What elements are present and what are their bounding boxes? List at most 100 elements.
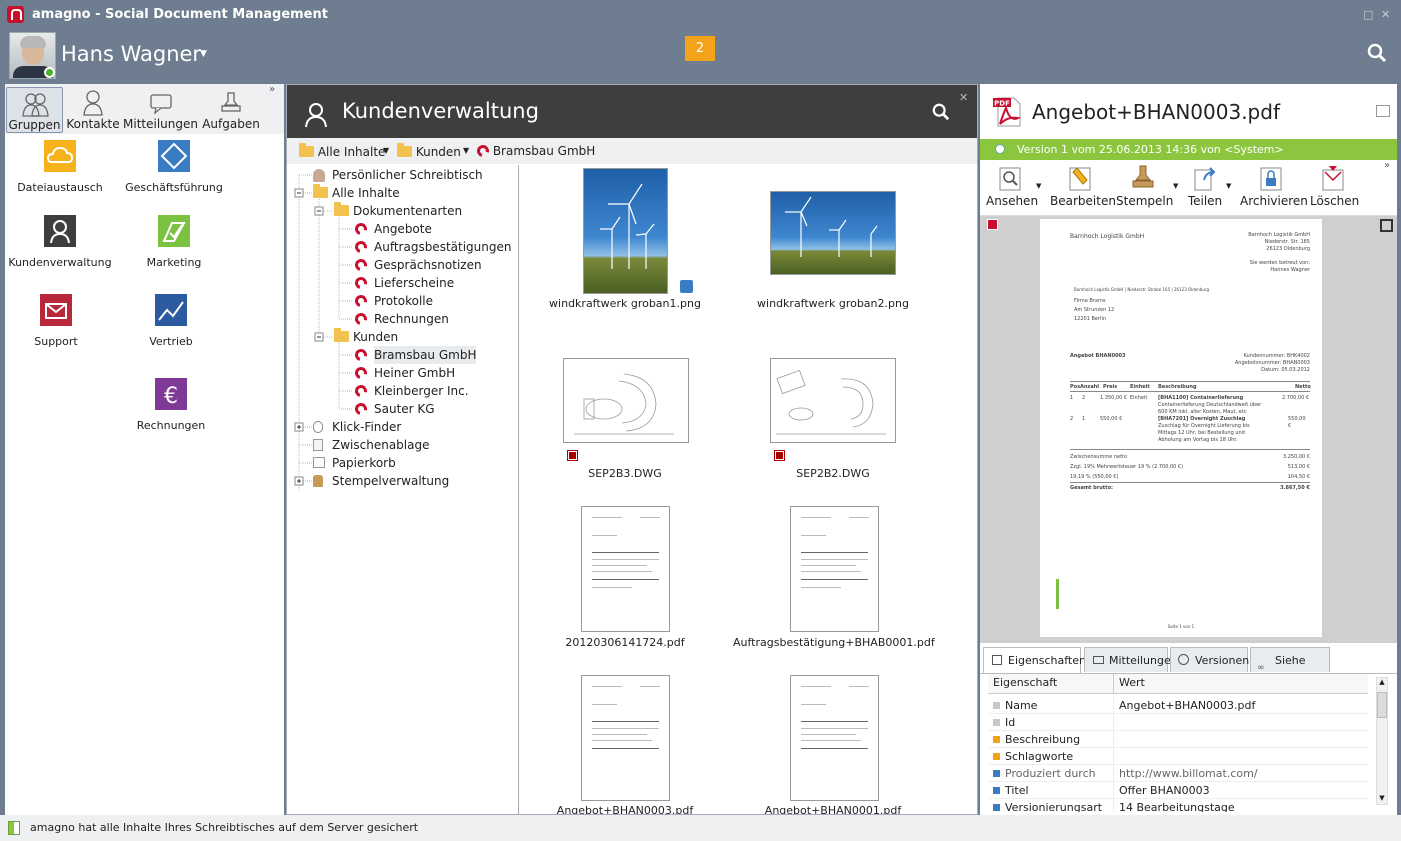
tab-messages[interactable]: Mitteilungen	[1084, 647, 1178, 672]
maximize-icon[interactable]: □	[1363, 8, 1373, 21]
tree-item-customers[interactable]: Kunden	[334, 328, 398, 346]
version-bar[interactable]: Version 1 vom 25.06.2013 14:36 von <Syst…	[980, 139, 1397, 160]
tab-versions[interactable]: Versionen	[1170, 647, 1249, 672]
tab-properties[interactable]: Eigenschaften	[983, 647, 1086, 673]
svg-text:€: €	[164, 384, 178, 409]
tree-item-personal-desk[interactable]: Persönlicher Schreibtisch	[313, 166, 483, 184]
tab-messages[interactable]: Mitteilungen	[123, 87, 198, 133]
view-button[interactable]: Ansehen	[986, 164, 1038, 208]
doc-title: Angebot BHAN0003	[1070, 353, 1126, 359]
tree-item-offers[interactable]: Angebote	[352, 220, 432, 238]
crumb-all-contents[interactable]: Alle Inhalte	[299, 143, 385, 159]
crumb-customers[interactable]: Kunden	[397, 143, 461, 159]
chevron-down-icon[interactable]: ▼	[1173, 182, 1178, 190]
window-icon[interactable]	[1376, 105, 1390, 117]
file-item[interactable]	[733, 674, 933, 802]
tree-item-kleinberger[interactable]: Kleinberger Inc.	[352, 382, 469, 400]
property-row[interactable]: Produziert durch http://www.billomat.com/	[988, 765, 1368, 782]
tree-item-heiner[interactable]: Heiner GmbH	[352, 364, 455, 382]
property-key: Beschreibung	[1005, 733, 1081, 746]
file-item[interactable]	[525, 357, 725, 467]
tab-contacts[interactable]: Kontakte	[65, 87, 121, 133]
tree-item-conversation-notes[interactable]: Gesprächsnotizen	[352, 256, 482, 274]
notification-badge[interactable]: 2	[685, 36, 715, 61]
search-icon[interactable]	[1367, 43, 1387, 63]
user-name[interactable]: Hans Wagner	[61, 42, 201, 66]
tile-sales[interactable]: Vertrieb	[116, 294, 226, 348]
avatar[interactable]	[9, 32, 56, 79]
tab-see-also[interactable]: ∞Siehe auch	[1250, 647, 1330, 692]
tree-item-all-contents[interactable]: Alle Inhalte	[313, 184, 400, 202]
fullscreen-icon[interactable]	[1380, 219, 1393, 232]
share-button[interactable]: Teilen	[1184, 164, 1226, 208]
property-value: Offer BHAN0003	[1119, 784, 1210, 797]
file-name: 20120306141724.pdf	[565, 636, 685, 649]
file-item[interactable]	[525, 505, 725, 633]
crumb-bramsbau[interactable]: Bramsbau GmbH	[474, 142, 595, 160]
tree-item-stamp-management[interactable]: Stempelverwaltung	[313, 472, 449, 490]
file-item[interactable]	[733, 167, 933, 297]
close-icon[interactable]: ✕	[959, 91, 968, 104]
tile-marketing[interactable]: Marketing	[119, 215, 229, 269]
tree-item-order-confirmations[interactable]: Auftragsbestätigungen	[352, 238, 511, 256]
chevron-down-icon[interactable]: ▼	[1036, 182, 1041, 190]
property-row[interactable]: Titel Offer BHAN0003	[988, 782, 1368, 799]
property-row[interactable]: Schlagworte	[988, 748, 1368, 765]
tab-groups[interactable]: Gruppen	[6, 87, 63, 133]
edit-button[interactable]: Bearbeiten	[1050, 164, 1116, 208]
groups-icon	[21, 93, 49, 117]
middle-panel: Kundenverwaltung ✕ Alle Inhalte ▼ Kunden…	[286, 84, 978, 815]
pdf-thumbnail	[581, 506, 670, 632]
properties-table: Eigenschaft Wert Name Angebot+BHAN0003.pd…	[980, 673, 1397, 815]
scroll-thumb[interactable]	[1377, 692, 1387, 718]
share-icon	[680, 280, 693, 293]
tree-item-bramsbau[interactable]: Bramsbau GmbH	[352, 346, 477, 364]
tile-customer-management[interactable]: Kundenverwaltung	[5, 215, 115, 269]
tree-item-delivery-notes[interactable]: Lieferscheine	[352, 274, 454, 292]
tile-file-exchange[interactable]: Dateiaustausch	[5, 140, 115, 194]
clipboard-icon	[313, 439, 323, 451]
tree-item-invoices[interactable]: Rechnungen	[352, 310, 449, 328]
file-item[interactable]	[733, 357, 933, 467]
expand-icon[interactable]: »	[1384, 160, 1390, 171]
sender-address: Barnhoch Logistik GmbH Niederstr. Str. 16…	[1248, 232, 1310, 273]
file-item[interactable]	[525, 167, 725, 317]
chevron-down-icon[interactable]: ▼	[200, 49, 207, 59]
tab-groups-label: Gruppen	[8, 118, 61, 132]
collapse-icon[interactable]: »	[269, 84, 275, 95]
tile-invoices[interactable]: € Rechnungen	[116, 378, 226, 432]
property-row[interactable]: Name Angebot+BHAN0003.pdf	[988, 697, 1368, 714]
scroll-down-icon[interactable]: ▼	[1377, 794, 1387, 802]
tree-item-click-finder[interactable]: Klick-Finder	[313, 418, 401, 436]
chevron-down-icon[interactable]: ▼	[463, 146, 469, 155]
property-row[interactable]: Versionierungsart 14 Bearbeitungstage	[988, 799, 1368, 812]
scroll-up-icon[interactable]: ▲	[1377, 678, 1387, 686]
chevron-down-icon[interactable]: ▼	[1226, 182, 1231, 190]
tile-management[interactable]: Geschäftsführung	[119, 140, 229, 194]
chevron-down-icon[interactable]: ▼	[383, 146, 389, 155]
tree-item-sauter[interactable]: Sauter KG	[352, 400, 435, 418]
stamp-button[interactable]: Stempeln	[1116, 164, 1173, 208]
lock-icon	[1260, 167, 1282, 191]
pdf-page: Barnhoch Logistik GmbH Barnhoch Logistik…	[1040, 219, 1322, 637]
file-item[interactable]	[733, 505, 933, 633]
scrollbar[interactable]: ▲ ▼	[1376, 677, 1388, 805]
tree-item-document-types[interactable]: Dokumentenarten	[334, 202, 462, 220]
file-name: windkraftwerk groban1.png	[549, 297, 701, 310]
property-row[interactable]: Beschreibung	[988, 731, 1368, 748]
archive-button[interactable]: Archivieren	[1240, 164, 1308, 208]
file-item[interactable]	[525, 674, 725, 802]
tree-item-trash[interactable]: Papierkorb	[313, 454, 396, 472]
property-type-icon	[993, 753, 1000, 760]
property-row[interactable]: Id	[988, 714, 1368, 731]
tile-support[interactable]: Support	[1, 294, 111, 348]
tab-tasks[interactable]: Aufgaben	[200, 87, 262, 133]
tile-label: Kundenverwaltung	[8, 256, 112, 269]
close-icon[interactable]: ✕	[1381, 8, 1390, 21]
search-icon[interactable]	[932, 103, 950, 121]
document-preview: Barnhoch Logistik GmbH Barnhoch Logistik…	[980, 216, 1397, 643]
tree-item-clipboard[interactable]: Zwischenablage	[313, 436, 429, 454]
tree-item-protocols[interactable]: Protokolle	[352, 292, 433, 310]
delete-button[interactable]: Löschen	[1310, 164, 1359, 208]
stamp-icon	[313, 475, 323, 487]
